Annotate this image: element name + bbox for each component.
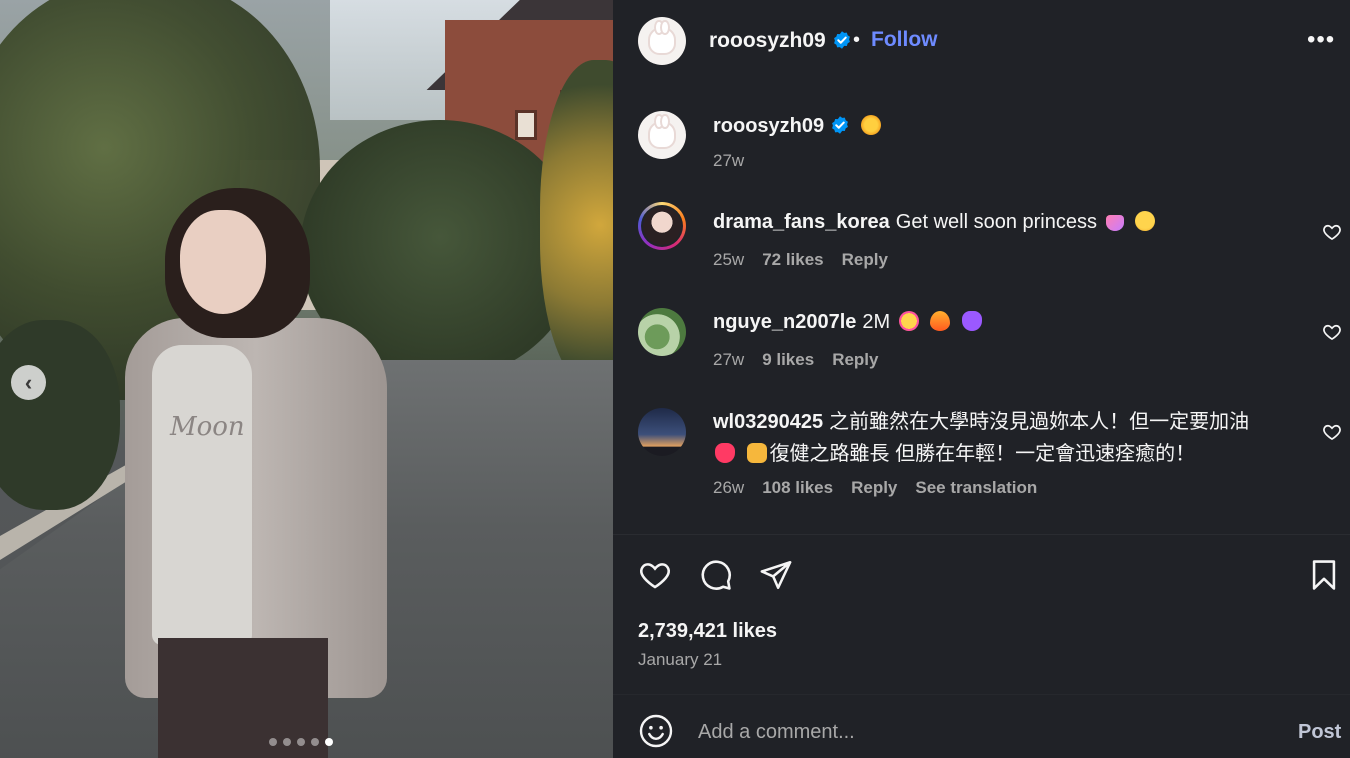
comment-like-heart-icon[interactable] [1322,222,1342,242]
comment-meta: 25w 72 likes Reply [713,250,888,270]
comment-likes-count[interactable]: 9 likes [762,350,814,370]
carousel-dot [297,738,305,746]
author-username-link[interactable]: rooosyzh09 [709,29,852,53]
carousel-dot [283,738,291,746]
commenter-avatar-ring [641,205,683,247]
author-username: rooosyzh09 [709,29,826,52]
caption-author[interactable]: rooosyzh09 [713,115,882,138]
photo-house-window [515,110,537,140]
post-photo: Moon ‹ [0,0,613,758]
star-struck-emoji-icon [898,311,919,331]
comment-text: drama_fans_korea Get well soon princess [713,206,1288,238]
comment-likes-count[interactable]: 108 likes [762,478,833,498]
post-panel: rooosyzh09 • Follow ••• rooosyzh09 27w d… [613,0,1350,758]
more-options-icon[interactable]: ••• [1307,28,1335,52]
see-translation-button[interactable]: See translation [915,478,1037,498]
photo-sweater-print: Moon [170,412,245,442]
comment-like-heart-icon[interactable] [1322,322,1342,342]
verified-badge-icon [831,116,848,134]
photo-hedge [0,320,120,510]
bunny-avatar-image [647,113,677,150]
comment-text: nguye_n2007le 2M [713,306,1288,338]
bunny-avatar-image [647,19,677,56]
comment-bubble-icon[interactable] [699,558,733,592]
share-paper-plane-icon[interactable] [759,558,793,592]
caption-username: rooosyzh09 [713,115,825,137]
like-heart-icon[interactable] [638,558,672,592]
photo-person-sweater [152,345,252,645]
caption-timestamp: 27w [713,151,745,170]
photo-person-face [180,210,266,314]
comment-timestamp: 26w [713,478,745,497]
comment-body-continued: 復健之路雖長 但勝在年輕！一定會迅速痊癒的！ [769,443,1196,465]
comment-username[interactable]: nguye_n2007le [713,311,856,333]
heart-ribbon-emoji-icon [1105,215,1124,231]
comment-reply-button[interactable]: Reply [832,350,878,370]
comment-body: 2M [862,311,891,333]
raised-hands-emoji-icon [746,443,767,463]
comment-likes-count[interactable]: 72 likes [762,250,823,270]
commenter-avatar[interactable] [638,308,686,356]
commenter-avatar-image [643,207,681,245]
actions-divider [613,534,1350,535]
comment-meta: 26w 108 likes Reply See translation [713,478,1037,498]
comment-meta: 27w 9 likes Reply [713,350,878,370]
red-heart-emoji-icon [715,443,735,463]
comment-like-heart-icon[interactable] [1322,422,1342,442]
carousel-dot [269,738,277,746]
add-comment-divider [613,694,1350,695]
sun-emoji-icon [861,115,882,135]
comment-timestamp: 27w [713,350,745,369]
comment-reply-button[interactable]: Reply [851,478,897,498]
caption-author-avatar[interactable] [638,111,686,159]
comment-text: wl03290425 之前雖然在大學時沒見過妳本人！但一定要加油 復健之路雖長 但… [713,406,1288,470]
add-comment-input[interactable] [698,716,1278,748]
comment-body: Get well soon princess [895,211,1097,233]
post-date: January 21 [638,650,723,669]
pleading-face-emoji-icon [1135,211,1156,231]
header-separator: • [853,29,861,51]
comment-username[interactable]: drama_fans_korea [713,211,890,233]
comment-username[interactable]: wl03290425 [713,411,823,433]
commenter-avatar[interactable] [638,202,686,250]
carousel-dots [269,738,333,746]
fire-emoji-icon [930,311,951,331]
post-comment-button[interactable]: Post [1298,721,1341,744]
follow-button[interactable]: Follow [871,28,938,52]
verified-badge-icon [833,31,850,49]
post-likes-count[interactable]: 2,739,421 likes [638,620,777,643]
comment-reply-button[interactable]: Reply [842,250,888,270]
comment-body: 之前雖然在大學時沒見過妳本人！但一定要加油 [829,411,1250,433]
purple-heart-emoji-icon [961,311,982,331]
carousel-prev-button[interactable]: ‹ [11,365,46,400]
author-avatar[interactable] [638,17,686,65]
emoji-picker-icon[interactable] [638,713,674,749]
chevron-left-icon: ‹ [24,369,33,395]
carousel-dot [311,738,319,746]
comment-timestamp: 25w [713,250,745,269]
save-bookmark-icon[interactable] [1307,558,1341,592]
commenter-avatar[interactable] [638,408,686,456]
carousel-dot [325,738,333,746]
